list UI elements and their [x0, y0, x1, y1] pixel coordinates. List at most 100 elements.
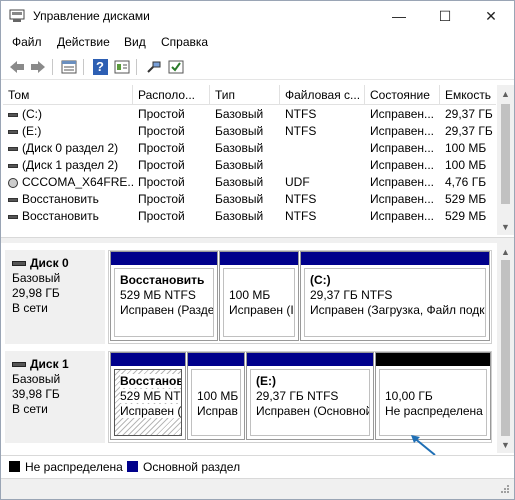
cell-name: CCCOMA_X64FRE...	[3, 174, 133, 191]
cell-text: 29,37 ГБ	[445, 107, 493, 121]
table-row[interactable]: (Диск 1 раздел 2) Простой Базовый Исправен.…	[3, 157, 496, 174]
scroll-thumb[interactable]	[501, 260, 510, 436]
table-row[interactable]: Восстановить Простой Базовый NTFS Исправен..…	[3, 191, 496, 208]
table-row[interactable]: CCCOMA_X64FRE... Простой Базовый UDF Исправе…	[3, 174, 496, 191]
cell-text: UDF	[285, 175, 310, 189]
partition-recovery-disk0[interactable]: Восстановить 529 МБ NTFS Исправен (Разде	[110, 251, 218, 341]
properties-button[interactable]	[59, 57, 79, 77]
check-icon	[168, 60, 184, 74]
connect-icon	[147, 61, 161, 73]
column-header-type[interactable]: Тип	[210, 85, 280, 105]
table-row[interactable]: Восстановить Простой Базовый NTFS Исправен..…	[3, 208, 496, 225]
cell-type: Базовый	[210, 174, 280, 191]
cell-status: Исправен...	[365, 208, 440, 225]
forward-button[interactable]	[28, 57, 48, 77]
scroll-down-icon[interactable]: ▼	[497, 218, 514, 235]
drive-icon	[8, 163, 18, 168]
partition-100mb-disk1[interactable]: 100 МБ Исправ	[187, 352, 245, 440]
cell-status: Исправен...	[365, 157, 440, 174]
partition-size: 29,37 ГБ NTFS	[310, 288, 393, 302]
partition-size: 529 МБ NTF	[120, 389, 181, 403]
partition-100mb-disk0[interactable]: 100 МБ Исправен (І	[219, 251, 299, 341]
partition-name: (C:)	[310, 273, 331, 287]
cell-text: 29,37 ГБ	[445, 124, 493, 138]
cell-fs: NTFS	[280, 208, 365, 225]
drive-icon	[8, 146, 18, 151]
cell-layout: Простой	[133, 174, 210, 191]
partition-unallocated[interactable]: 10,00 ГБ Не распределена	[375, 352, 491, 440]
minimize-button[interactable]: —	[376, 1, 422, 31]
cell-type: Базовый	[210, 208, 280, 225]
close-button[interactable]: ✕	[468, 1, 514, 31]
cell-text: 529 МБ	[445, 192, 487, 206]
disk-1-title-row: Диск 1	[12, 357, 98, 372]
maximize-icon: ☐	[438, 7, 452, 24]
cell-text: Базовый	[215, 124, 264, 138]
maximize-button[interactable]: ☐	[422, 1, 468, 31]
legend: Не распределена Основной раздел	[1, 455, 514, 477]
partition-name	[197, 374, 235, 389]
cell-status: Исправен...	[365, 174, 440, 191]
partition-body: (E:) 29,37 ГБ NTFS Исправен (Основной	[250, 369, 370, 436]
cell-fs: NTFS	[280, 123, 365, 140]
scroll-up-icon[interactable]: ▲	[497, 85, 514, 102]
cell-layout: Простой	[133, 208, 210, 225]
column-header-volume[interactable]: Том	[3, 85, 133, 105]
table-row[interactable]: (E:) Простой Базовый NTFS Исправен... 29,37 Г…	[3, 123, 496, 140]
column-header-capacity[interactable]: Емкость	[440, 85, 496, 105]
partition-recovery-disk1[interactable]: Восстанові 529 МБ NTF Исправен (І	[110, 352, 186, 440]
connect-button[interactable]	[144, 57, 164, 77]
disk-1-label[interactable]: Диск 1 Базовый 39,98 ГБ В сети	[5, 351, 105, 443]
menu-help[interactable]: Справка	[161, 35, 208, 49]
cell-fs	[280, 140, 365, 157]
column-header-layout[interactable]: Располо...	[133, 85, 210, 105]
scroll-up-icon[interactable]: ▲	[497, 243, 514, 260]
menu-action[interactable]: Действие	[57, 35, 110, 49]
disk-0-type: Базовый	[12, 271, 61, 285]
cell-text: Базовый	[215, 158, 264, 172]
legend-label-primary: Основной раздел	[143, 460, 241, 474]
column-header-status[interactable]: Состояние	[365, 85, 440, 105]
cell-text: 529 МБ	[445, 209, 487, 223]
partition-size: 29,37 ГБ NTFS	[256, 389, 339, 403]
disk-map-scrollbar[interactable]: ▲ ▼	[497, 243, 514, 453]
partition-color-bar	[376, 353, 490, 366]
help-button[interactable]: ?	[90, 57, 110, 77]
cell-text: Простой	[138, 107, 185, 121]
partition-name: (E:)	[256, 374, 276, 388]
partition-name: Восстановить	[120, 273, 205, 287]
partition-e-drive[interactable]: (E:) 29,37 ГБ NTFS Исправен (Основной	[246, 352, 374, 440]
cell-status: Исправен...	[365, 191, 440, 208]
cell-layout: Простой	[133, 106, 210, 123]
cell-text: Базовый	[215, 192, 264, 206]
cell-capacity: 4,76 ГБ	[440, 174, 496, 191]
legend-swatch-unallocated	[9, 461, 20, 472]
window-title: Управление дисками	[33, 9, 150, 23]
partition-status: Исправен (І	[120, 404, 181, 418]
partition-name	[385, 374, 481, 389]
cell-text: 100 МБ	[445, 158, 487, 172]
volume-list-scrollbar[interactable]: ▲ ▼	[497, 85, 514, 235]
minimize-icon: —	[392, 8, 406, 24]
cell-text: NTFS	[285, 209, 317, 223]
view-button[interactable]	[112, 57, 132, 77]
check-button[interactable]	[166, 57, 186, 77]
cell-name: (Диск 1 раздел 2)	[3, 157, 133, 174]
menu-file[interactable]: Файл	[12, 35, 42, 49]
cell-text: Простой	[138, 141, 185, 155]
cell-text: Базовый	[215, 209, 264, 223]
column-header-filesystem[interactable]: Файловая с...	[280, 85, 365, 105]
disk-1-partitions: Восстанові 529 МБ NTF Исправен (І 100 МБ…	[108, 351, 492, 443]
resize-grip-icon[interactable]	[498, 484, 510, 496]
back-button[interactable]	[7, 57, 27, 77]
scroll-down-icon[interactable]: ▼	[497, 436, 514, 453]
table-row[interactable]: (Диск 0 раздел 2) Простой Базовый Исправен.…	[3, 140, 496, 157]
cell-text: Базовый	[215, 175, 264, 189]
table-row[interactable]: (C:) Простой Базовый NTFS Исправен... 29,37 Г…	[3, 106, 496, 123]
disk-0-title-row: Диск 0	[12, 256, 98, 271]
partition-body: 100 МБ Исправ	[191, 369, 241, 436]
menu-view[interactable]: Вид	[124, 35, 146, 49]
disk-0-label[interactable]: Диск 0 Базовый 29,98 ГБ В сети	[5, 250, 105, 344]
scroll-thumb[interactable]	[501, 104, 510, 204]
partition-c-drive[interactable]: (C:) 29,37 ГБ NTFS Исправен (Загрузка, Ф…	[300, 251, 490, 341]
